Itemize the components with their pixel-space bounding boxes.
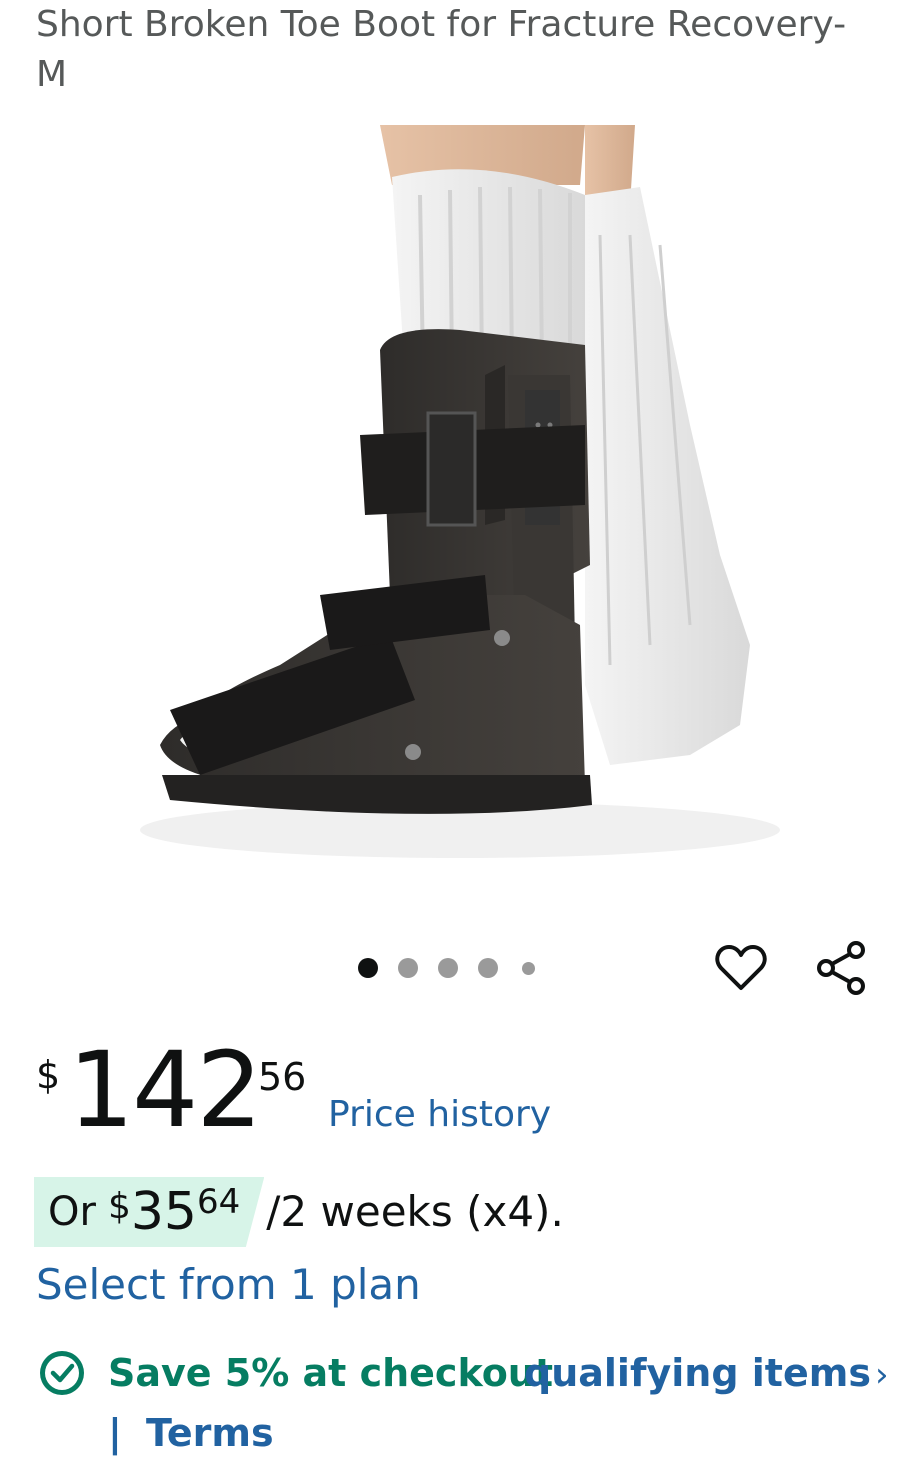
- boot-illustration: [140, 125, 780, 858]
- product-title: Short Broken Toe Boot for Fracture Recov…: [36, 4, 847, 95]
- terms-link[interactable]: Terms: [146, 1405, 274, 1461]
- installment-badge: Or $ 35 64: [34, 1177, 265, 1247]
- qualifying-items-label: qualifying items: [524, 1351, 871, 1395]
- share-icon: [817, 941, 865, 995]
- price-whole: 142: [68, 1029, 263, 1151]
- carousel-dot[interactable]: [358, 958, 378, 978]
- share-button[interactable]: [810, 936, 874, 1000]
- installment-fraction: 64: [197, 1182, 241, 1222]
- installment-prefix: Or: [48, 1189, 96, 1235]
- select-plan-link[interactable]: Select from 1 plan: [36, 1258, 421, 1312]
- carousel-dot[interactable]: [478, 958, 498, 978]
- wishlist-button[interactable]: [709, 936, 773, 1000]
- price-fraction: 56: [258, 1055, 307, 1099]
- price-history-link[interactable]: Price history: [328, 1093, 551, 1137]
- image-carousel-indicator[interactable]: [358, 957, 535, 979]
- price-currency: $: [36, 1053, 61, 1097]
- promotion-separator: |: [108, 1411, 122, 1455]
- product-image[interactable]: [130, 125, 780, 865]
- promotion-save-text: Save 5% at checkout: [108, 1351, 554, 1395]
- installment-offer: Or $ 35 64 /2 weeks (x4).: [34, 1176, 564, 1248]
- chevron-right-icon: ›: [874, 1355, 889, 1395]
- installment-whole: 35: [130, 1182, 198, 1242]
- installment-suffix: /2 weeks (x4).: [266, 1187, 564, 1236]
- carousel-dot[interactable]: [438, 958, 458, 978]
- heart-icon: [715, 945, 767, 990]
- carousel-dot[interactable]: [398, 958, 418, 978]
- qualifying-items-link[interactable]: qualifying items ›: [524, 1345, 889, 1403]
- installment-currency: $: [107, 1185, 131, 1227]
- carousel-dot[interactable]: [522, 961, 535, 975]
- check-circle-icon: [40, 1351, 84, 1395]
